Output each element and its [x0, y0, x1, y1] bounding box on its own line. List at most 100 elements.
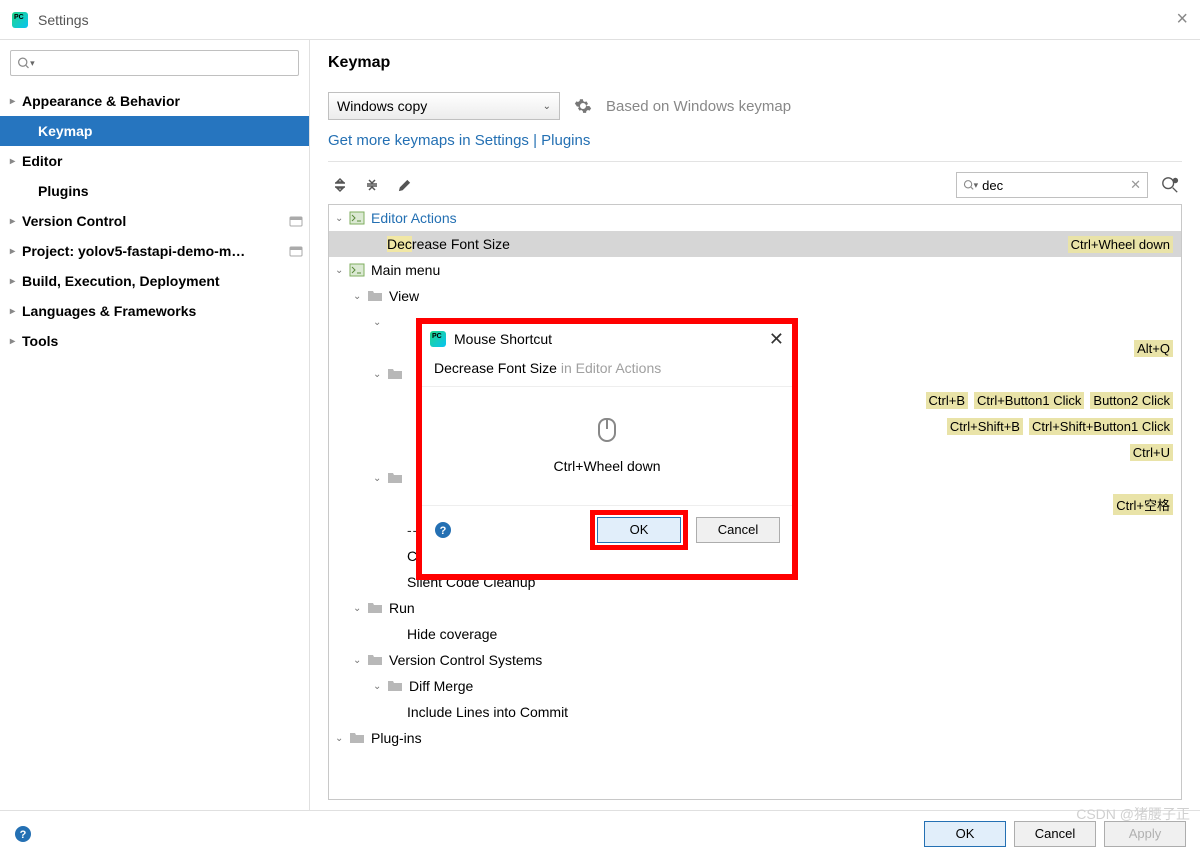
- cancel-button[interactable]: Cancel: [696, 517, 780, 543]
- sidebar-search[interactable]: ▾: [10, 50, 299, 76]
- actions-icon: [349, 262, 365, 278]
- divider: [328, 161, 1182, 162]
- folder-icon: [387, 678, 403, 694]
- tree-row[interactable]: ⌄ Run: [329, 595, 1181, 621]
- nav-item-5[interactable]: ▸Project: yolov5-fastapi-demo-m…: [0, 236, 309, 266]
- nav-label: Appearance & Behavior: [22, 93, 303, 109]
- project-badge-icon: [289, 244, 303, 258]
- tree-row[interactable]: ⌄ View: [329, 283, 1181, 309]
- nav-item-2[interactable]: ▸Editor: [0, 146, 309, 176]
- expand-all-icon[interactable]: [328, 173, 352, 197]
- folder-icon: [367, 288, 383, 304]
- nav-label: Plugins: [38, 183, 303, 199]
- cancel-button[interactable]: Cancel: [1014, 821, 1096, 847]
- help-icon[interactable]: ?: [434, 521, 452, 539]
- tree-arrow-icon: ⌄: [353, 655, 367, 666]
- mouse-icon: [598, 418, 616, 442]
- dialog-subtitle: Decrease Font Size in Editor Actions: [422, 354, 792, 387]
- nav-label: Tools: [22, 333, 303, 349]
- actions-icon: [349, 210, 365, 226]
- tree-row[interactable]: ⌄ Plug-ins: [329, 725, 1181, 751]
- collapse-all-icon[interactable]: [360, 173, 384, 197]
- nav-item-4[interactable]: ▸Version Control: [0, 206, 309, 236]
- ok-highlight-frame: OK: [590, 510, 688, 550]
- shortcut-badges: Ctrl+Wheel down: [1068, 236, 1173, 253]
- app-icon: [12, 12, 28, 28]
- tree-row[interactable]: Include Lines into Commit: [329, 699, 1181, 725]
- tree-label: Decrease Font Size: [387, 236, 1068, 252]
- tree-arrow-icon: ⌄: [373, 317, 387, 328]
- shortcut-badges: Ctrl+U: [1130, 444, 1173, 461]
- svg-text:?: ?: [20, 829, 27, 841]
- chevron-down-icon: ▾: [974, 180, 979, 191]
- edit-icon[interactable]: [392, 173, 416, 197]
- chevron-right-icon: ▸: [10, 336, 22, 347]
- find-by-shortcut-icon[interactable]: [1158, 173, 1182, 197]
- tree-row[interactable]: Hide coverage: [329, 621, 1181, 647]
- ok-button[interactable]: OK: [924, 821, 1006, 847]
- more-keymaps-link[interactable]: Get more keymaps in Settings | Plugins: [328, 132, 1182, 149]
- tree-arrow-icon: ⌄: [353, 603, 367, 614]
- nav-item-3[interactable]: Plugins: [0, 176, 309, 206]
- dialog-titlebar: Mouse Shortcut ✕: [422, 324, 792, 354]
- tree-arrow-icon: ⌄: [373, 369, 387, 380]
- app-icon: [430, 331, 446, 347]
- tree-arrow-icon: ⌄: [335, 733, 349, 744]
- tree-label: Run: [389, 600, 1173, 616]
- dialog-shortcut: Ctrl+Wheel down: [554, 458, 661, 474]
- tree-arrow-icon: ⌄: [353, 291, 367, 302]
- tree-row[interactable]: Decrease Font SizeCtrl+Wheel down: [329, 231, 1181, 257]
- sidebar-search-input[interactable]: [35, 56, 292, 71]
- action-search-input[interactable]: [982, 178, 1130, 193]
- tree-label: Editor Actions: [371, 210, 1173, 226]
- folder-icon: [387, 470, 403, 486]
- action-search[interactable]: ▾ ✕: [956, 172, 1148, 198]
- tree-label: Hide coverage: [407, 626, 1173, 642]
- chevron-right-icon: ▸: [10, 156, 22, 167]
- tree-arrow-icon: ⌄: [335, 213, 349, 224]
- window-titlebar: Settings ×: [0, 0, 1200, 40]
- settings-sidebar: ▾ ▸Appearance & BehaviorKeymap▸EditorPlu…: [0, 40, 310, 856]
- nav-label: Project: yolov5-fastapi-demo-m…: [22, 243, 289, 259]
- nav-item-1[interactable]: Keymap: [0, 116, 309, 146]
- chevron-right-icon: ▸: [10, 276, 22, 287]
- keymap-select-value: Windows copy: [337, 98, 427, 114]
- tree-arrow-icon: ⌄: [373, 473, 387, 484]
- nav-label: Editor: [22, 153, 303, 169]
- tree-label: Main menu: [371, 262, 1173, 278]
- clear-icon[interactable]: ✕: [1130, 177, 1141, 193]
- nav-item-0[interactable]: ▸Appearance & Behavior: [0, 86, 309, 116]
- shortcut-badges: Alt+Q: [1134, 340, 1173, 357]
- chevron-right-icon: ▸: [10, 246, 22, 257]
- chevron-right-icon: ▸: [10, 216, 22, 227]
- nav-label: Keymap: [38, 123, 303, 139]
- nav-label: Version Control: [22, 213, 289, 229]
- close-icon[interactable]: ✕: [769, 329, 784, 350]
- actions-toolbar: ▾ ✕: [328, 172, 1182, 198]
- page-title: Keymap: [328, 54, 1182, 72]
- tree-label: Version Control Systems: [389, 652, 1173, 668]
- tree-row[interactable]: ⌄Main menu: [329, 257, 1181, 283]
- tree-row[interactable]: ⌄ Version Control Systems: [329, 647, 1181, 673]
- chevron-right-icon: ▸: [10, 96, 22, 107]
- dialog-context: in Editor Actions: [561, 360, 661, 376]
- nav-label: Languages & Frameworks: [22, 303, 303, 319]
- tree-row[interactable]: ⌄Diff Merge: [329, 673, 1181, 699]
- ok-button[interactable]: OK: [597, 517, 681, 543]
- tree-label: View: [389, 288, 1173, 304]
- folder-icon: [367, 600, 383, 616]
- help-icon[interactable]: ?: [14, 825, 32, 843]
- nav-item-8[interactable]: ▸Tools: [0, 326, 309, 356]
- gear-icon[interactable]: [574, 97, 592, 115]
- apply-button[interactable]: Apply: [1104, 821, 1186, 847]
- settings-footer: ? OK Cancel Apply: [0, 810, 1200, 856]
- based-on-label: Based on Windows keymap: [606, 98, 791, 115]
- nav-item-7[interactable]: ▸Languages & Frameworks: [0, 296, 309, 326]
- close-icon[interactable]: ×: [1176, 8, 1188, 31]
- shortcut-badges: Ctrl+Shift+BCtrl+Shift+Button1 Click: [947, 418, 1173, 435]
- tree-row[interactable]: ⌄ Editor Actions: [329, 205, 1181, 231]
- keymap-select[interactable]: Windows copy ⌄: [328, 92, 560, 120]
- dialog-body[interactable]: Ctrl+Wheel down: [422, 387, 792, 505]
- tree-label: Plug-ins: [371, 730, 1173, 746]
- nav-item-6[interactable]: ▸Build, Execution, Deployment: [0, 266, 309, 296]
